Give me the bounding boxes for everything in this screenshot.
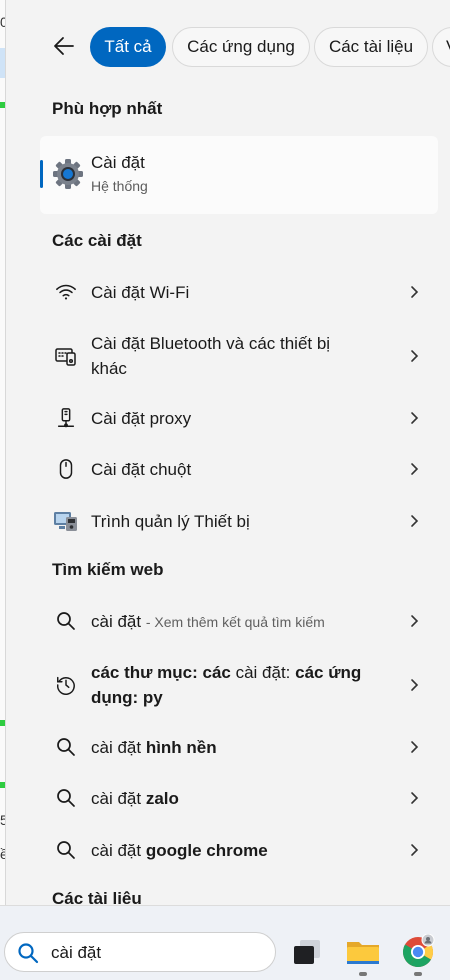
web-result[interactable]: cài đặt zalo [40, 778, 438, 818]
web-result-label: các thư mục: các cài đặt: các ứng dụng: … [91, 660, 381, 710]
web-result-label: cài đặt hình nền [91, 735, 381, 760]
search-panel: Tất cả Các ứng dụng Các tài liệu V Phù h… [5, 0, 450, 905]
back-arrow-icon [54, 37, 74, 55]
chevron-right-icon [411, 463, 419, 475]
tab-more[interactable]: V [432, 27, 450, 67]
best-match-result[interactable]: Cài đặt Hệ thống [40, 136, 438, 214]
label-line-2: khác [91, 359, 127, 378]
settings-item-label: Cài đặt proxy [91, 409, 192, 428]
query-bold: hình nền [145, 738, 217, 757]
chevron-right-icon [411, 350, 419, 362]
query-text: cài đặt: [230, 663, 296, 682]
query-text: cài đặt [91, 612, 142, 631]
chevron-right-icon [411, 615, 419, 627]
history-icon [53, 672, 79, 698]
query-bold: google chrome [145, 841, 268, 860]
settings-item-label: Cài đặt Wi-Fi [91, 283, 190, 302]
chevron-right-icon [411, 515, 419, 527]
chevron-right-icon [411, 792, 419, 804]
query-bold: zalo [145, 789, 179, 808]
gear-icon [53, 159, 83, 189]
query-text: cài đặt [91, 789, 146, 808]
chevron-right-icon [411, 412, 419, 424]
filter-bar: Tất cả Các ứng dụng Các tài liệu V [6, 0, 450, 90]
settings-item-device-manager[interactable]: Trình quản lý Thiết bị [40, 501, 438, 541]
task-view-icon[interactable] [290, 934, 326, 970]
search-icon [53, 837, 79, 863]
taskbar: cài đặt [0, 905, 450, 980]
bluetooth-devices-icon [53, 343, 79, 369]
settings-item-label: Cài đặt chuột [91, 460, 192, 479]
device-manager-icon [53, 508, 79, 534]
app-running-indicator [359, 972, 367, 976]
web-search-heading: Tìm kiếm web [52, 560, 164, 579]
tab-all[interactable]: Tất cả [90, 27, 166, 67]
selection-indicator [40, 160, 43, 188]
settings-heading: Các cài đặt [52, 231, 142, 250]
settings-item-wifi[interactable]: Cài đặt Wi-Fi [40, 272, 438, 312]
more-results-hint: - Xem thêm kết quả tìm kiếm [145, 614, 325, 630]
web-result[interactable]: cài đặt - Xem thêm kết quả tìm kiếm [40, 601, 438, 641]
web-result[interactable]: cài đặt google chrome [40, 830, 438, 870]
taskbar-search-box[interactable]: cài đặt [4, 932, 276, 972]
settings-item-label: Cài đặt Bluetooth và các thiết bị khác [91, 331, 381, 381]
search-input[interactable]: cài đặt [51, 943, 101, 963]
app-running-indicator [414, 972, 422, 976]
web-result-label: cài đặt - Xem thêm kết quả tìm kiếm [91, 609, 381, 635]
chevron-right-icon [411, 844, 419, 856]
search-icon [53, 734, 79, 760]
best-match-heading: Phù hợp nhất [52, 99, 163, 118]
search-icon [18, 943, 39, 964]
settings-item-label: Trình quản lý Thiết bị [91, 512, 250, 531]
chrome-icon[interactable] [400, 934, 436, 970]
web-result-label: cài đặt zalo [91, 786, 381, 811]
web-result[interactable]: các thư mục: các cài đặt: các ứng dụng: … [40, 657, 438, 713]
search-icon [53, 608, 79, 634]
search-icon [53, 785, 79, 811]
chevron-right-icon [411, 741, 419, 753]
query-bold: dụng: py [91, 688, 163, 707]
best-match-subtitle: Hệ thống [91, 178, 148, 194]
query-bold: các thư mục: các [91, 663, 231, 682]
label-line-1: Cài đặt Bluetooth và các thiết bị [91, 334, 331, 353]
tab-apps[interactable]: Các ứng dụng [172, 27, 310, 67]
query-text: cài đặt [91, 841, 146, 860]
web-result[interactable]: cài đặt hình nền [40, 727, 438, 767]
file-explorer-icon[interactable] [345, 934, 381, 970]
settings-item-proxy[interactable]: Cài đặt proxy [40, 398, 438, 438]
wifi-icon [53, 279, 79, 305]
documents-heading: Các tài liệu [52, 889, 142, 905]
chevron-right-icon [411, 679, 419, 691]
settings-item-bluetooth[interactable]: Cài đặt Bluetooth và các thiết bị khác [40, 328, 438, 384]
back-button[interactable] [50, 32, 78, 60]
proxy-icon [53, 405, 79, 431]
settings-item-mouse[interactable]: Cài đặt chuột [40, 449, 438, 489]
chevron-right-icon [411, 286, 419, 298]
query-bold: các ứng [295, 663, 362, 682]
query-text: cài đặt [91, 738, 146, 757]
tab-documents[interactable]: Các tài liệu [314, 27, 428, 67]
web-result-label: cài đặt google chrome [91, 838, 381, 863]
best-match-name: Cài đặt [91, 153, 145, 172]
mouse-icon [53, 456, 79, 482]
